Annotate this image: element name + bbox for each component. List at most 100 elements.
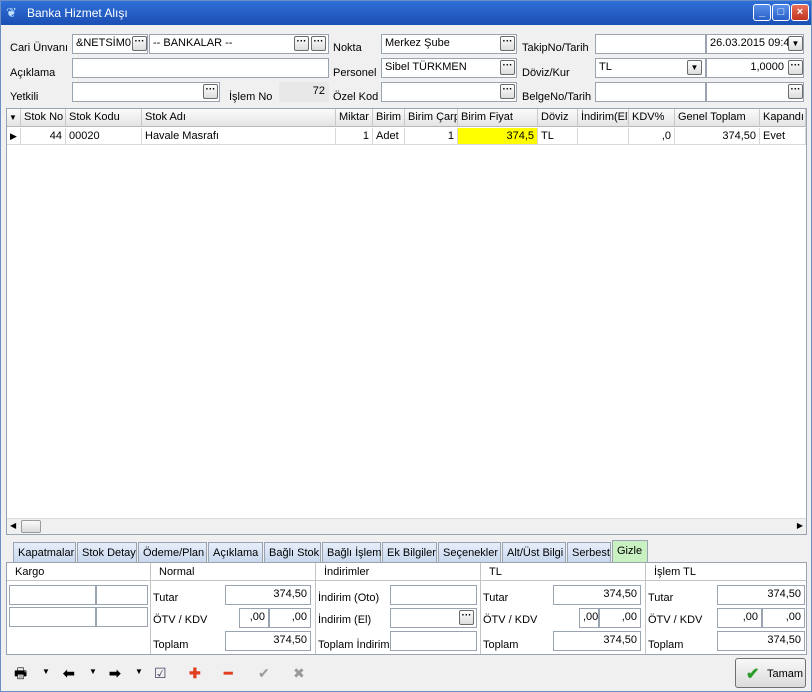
nokta-field[interactable]: Merkez Şube	[381, 34, 517, 54]
takip-tarih-dropdown-icon[interactable]: ▼	[788, 36, 803, 51]
tab-ek-bilgiler[interactable]: Ek Bilgiler	[382, 542, 437, 562]
app-butterfly-icon: ❦	[6, 5, 17, 20]
ozel-kod-lookup-button[interactable]: ···	[500, 84, 515, 99]
tab-serbest[interactable]: Serbest	[567, 542, 611, 562]
indirim-oto-field[interactable]	[390, 585, 477, 605]
belge-tarih-lookup-button[interactable]: ···	[788, 84, 803, 99]
cell-indirim-el[interactable]	[578, 128, 629, 145]
cari-detail-button[interactable]: ···	[311, 36, 326, 51]
next-record-icon[interactable]: ➡	[109, 665, 121, 681]
indirim-el-lookup-button[interactable]: ···	[459, 610, 474, 625]
grid-menu-icon[interactable]: ▼	[7, 109, 21, 127]
previous-record-icon[interactable]: ⬅	[63, 665, 75, 681]
col-header-doviz[interactable]: Döviz	[538, 109, 578, 127]
title-bar[interactable]: ❦ Banka Hizmet Alışı _ □ ×	[1, 1, 811, 25]
tab-odeme-plan[interactable]: Ödeme/Plan	[138, 542, 207, 562]
previous-dropdown-icon[interactable]: ▼	[89, 667, 97, 676]
tab-aciklama[interactable]: Açıklama	[208, 542, 263, 562]
kargo-field-2[interactable]	[96, 585, 148, 605]
kargo-field-4[interactable]	[96, 607, 148, 627]
takip-no-field[interactable]	[595, 34, 706, 54]
kargo-field-1[interactable]	[9, 585, 96, 605]
ok-button[interactable]: ✔ Tamam	[735, 658, 806, 688]
aciklama-field[interactable]	[72, 58, 329, 78]
kur-lookup-button[interactable]: ···	[788, 60, 803, 75]
cell-birim-carp[interactable]: 1	[405, 128, 458, 145]
ozel-kod-field[interactable]	[381, 82, 517, 102]
cell-doviz[interactable]: TL	[538, 128, 578, 145]
row-indicator-icon: ▶	[7, 128, 21, 145]
tab-gizle[interactable]: Gizle	[612, 540, 648, 562]
col-header-miktar[interactable]: Miktar	[336, 109, 373, 127]
tab-kapatmalar[interactable]: Kapatmalar	[13, 542, 76, 562]
maximize-button[interactable]: □	[772, 4, 790, 21]
tl-otv-field[interactable]: ,00	[579, 608, 599, 628]
yetkili-field[interactable]	[72, 82, 220, 102]
confirm-icon[interactable]: ✔	[258, 665, 270, 681]
tl-tutar-field[interactable]: 374,50	[553, 585, 641, 605]
cell-miktar[interactable]: 1	[336, 128, 373, 145]
cell-stok-no[interactable]: 44	[21, 128, 66, 145]
islem-tl-kdv-field[interactable]: ,00	[762, 608, 805, 628]
tab-bagli-islem[interactable]: Bağlı İşlem	[322, 542, 381, 562]
close-button[interactable]: ×	[791, 4, 809, 21]
yetkili-lookup-button[interactable]: ···	[203, 84, 218, 99]
checkmark-icon: ✔	[746, 666, 760, 683]
doviz-dropdown-icon[interactable]: ▼	[687, 60, 702, 75]
tab-stok-detay[interactable]: Stok Detay	[77, 542, 137, 562]
col-header-kdv[interactable]: KDV%	[629, 109, 675, 127]
col-header-kapandi[interactable]: Kapandı	[760, 109, 806, 127]
normal-toplam-field[interactable]: 374,50	[225, 631, 311, 651]
col-header-birim[interactable]: Birim	[373, 109, 405, 127]
scroll-thumb[interactable]	[21, 520, 41, 533]
cell-genel-toplam[interactable]: 374,50	[675, 128, 760, 145]
islem-tl-tutar-field[interactable]: 374,50	[717, 585, 805, 605]
printer-icon[interactable]: 🖶	[14, 665, 27, 681]
personel-lookup-button[interactable]: ···	[500, 60, 515, 75]
cell-birim-fiyat[interactable]: 374,5	[458, 128, 538, 145]
col-header-indirim-el[interactable]: İndirim(El)	[578, 109, 629, 127]
col-header-stok-no[interactable]: Stok No	[21, 109, 66, 127]
islem-tl-otv-field[interactable]: ,00	[717, 608, 762, 628]
normal-otv-field[interactable]: ,00	[239, 608, 269, 628]
next-dropdown-icon[interactable]: ▼	[135, 667, 143, 676]
cari-name-lookup-button[interactable]: ···	[294, 36, 309, 51]
printer-dropdown-icon[interactable]: ▼	[42, 667, 50, 676]
islem-tl-toplam-field[interactable]: 374,50	[717, 631, 805, 651]
add-icon[interactable]: ✚	[189, 665, 201, 681]
summary-panel: Kargo Normal Tutar 374,50 ÖTV / KDV ,00 …	[6, 562, 807, 655]
tl-toplam-field[interactable]: 374,50	[553, 631, 641, 651]
belge-no-field[interactable]	[595, 82, 706, 102]
personel-field[interactable]: Sibel TÜRKMEN	[381, 58, 517, 78]
normal-tutar-field[interactable]: 374,50	[225, 585, 311, 605]
scroll-left-icon[interactable]: ◀	[10, 521, 16, 530]
cell-birim[interactable]: Adet	[373, 128, 405, 145]
col-header-stok-adi[interactable]: Stok Adı	[142, 109, 336, 127]
cell-kapandi[interactable]: Evet	[760, 128, 806, 145]
nokta-lookup-button[interactable]: ···	[500, 36, 515, 51]
window: ❦ Banka Hizmet Alışı _ □ × Cari Ünvanı &…	[0, 0, 812, 692]
tab-secenekler[interactable]: Seçenekler	[438, 542, 501, 562]
items-grid[interactable]: ▼ Stok No Stok Kodu Stok Adı Miktar Biri…	[6, 108, 807, 535]
cell-stok-adi[interactable]: Havale Masrafı	[142, 128, 336, 145]
cari-code-lookup-button[interactable]: ···	[132, 36, 147, 51]
col-header-birim-fiyat[interactable]: Birim Fiyat	[458, 109, 538, 127]
normal-kdv-field[interactable]: ,00	[269, 608, 311, 628]
scroll-right-icon[interactable]: ▶	[797, 521, 803, 530]
toplam-indirim-field[interactable]	[390, 631, 477, 651]
checklist-icon[interactable]: ☑	[154, 665, 167, 681]
cell-stok-kodu[interactable]: 00020	[66, 128, 142, 145]
tl-kdv-field[interactable]: ,00	[599, 608, 641, 628]
tab-bagli-stok[interactable]: Bağlı Stok	[264, 542, 321, 562]
minimize-button[interactable]: _	[753, 4, 771, 21]
remove-icon[interactable]: ━	[224, 665, 232, 681]
col-header-stok-kodu[interactable]: Stok Kodu	[66, 109, 142, 127]
col-header-birim-carp[interactable]: Birim Çarp	[405, 109, 458, 127]
cell-kdv[interactable]: ,0	[629, 128, 675, 145]
horizontal-scrollbar[interactable]: ◀ ▶	[7, 518, 806, 534]
tab-alt-ust-bilgi[interactable]: Alt/Üst Bilgi	[502, 542, 566, 562]
islem-tl-section: İşlem TL Tutar 374,50 ÖTV / KDV ,00 ,00 …	[646, 563, 806, 654]
kargo-field-3[interactable]	[9, 607, 96, 627]
col-header-genel-toplam[interactable]: Genel Toplam	[675, 109, 760, 127]
cancel-icon[interactable]: ✖	[293, 665, 305, 681]
